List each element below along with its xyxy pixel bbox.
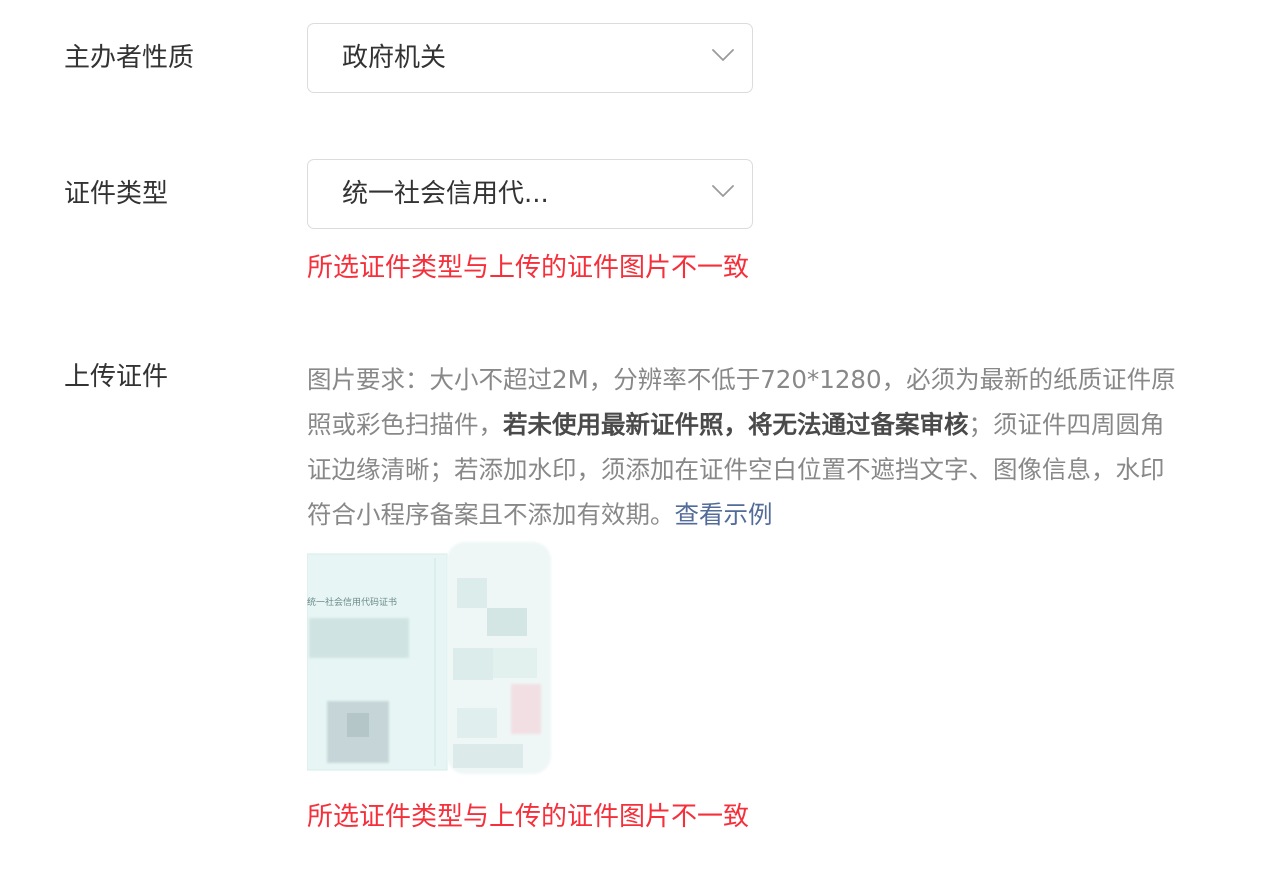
uploaded-certificate-image[interactable]: 统一社会信用代码证书	[307, 538, 555, 778]
upload-certificate-error: 所选证件类型与上传的证件图片不一致	[307, 802, 750, 832]
requirements-line-4: 符合小程序备案且不添加有效期。查看示例	[307, 500, 773, 529]
certificate-type-label: 证件类型	[64, 179, 169, 209]
requirements-warning: 若未使用最新证件照，将无法通过备案审核	[503, 410, 969, 439]
chevron-down-icon	[712, 49, 734, 61]
upload-certificate-label: 上传证件	[64, 362, 169, 392]
view-example-link[interactable]: 查看示例	[675, 500, 773, 529]
organizer-type-select[interactable]: 政府机关	[307, 23, 753, 93]
requirements-line-3: 证边缘清晰；若添加水印，须添加在证件空白位置不遮挡文字、图像信息，水印	[307, 455, 1165, 484]
organizer-type-label: 主办者性质	[64, 43, 195, 73]
requirements-line-1: 图片要求：大小不超过2M，分辨率不低于720*1280，必须为最新的纸质证件原	[307, 365, 1176, 394]
upload-requirements: 图片要求：大小不超过2M，分辨率不低于720*1280，必须为最新的纸质证件原 …	[307, 357, 1270, 537]
certificate-type-select[interactable]: 统一社会信用代...	[307, 159, 753, 229]
requirements-line-2: 照或彩色扫描件，若未使用最新证件照，将无法通过备案审核；须证件四周圆角	[307, 410, 1165, 439]
certificate-type-error: 所选证件类型与上传的证件图片不一致	[307, 253, 750, 283]
organizer-type-value: 政府机关	[342, 43, 447, 73]
certificate-caption: 统一社会信用代码证书	[307, 596, 397, 608]
certificate-type-value: 统一社会信用代...	[342, 179, 549, 209]
chevron-down-icon	[712, 185, 734, 197]
